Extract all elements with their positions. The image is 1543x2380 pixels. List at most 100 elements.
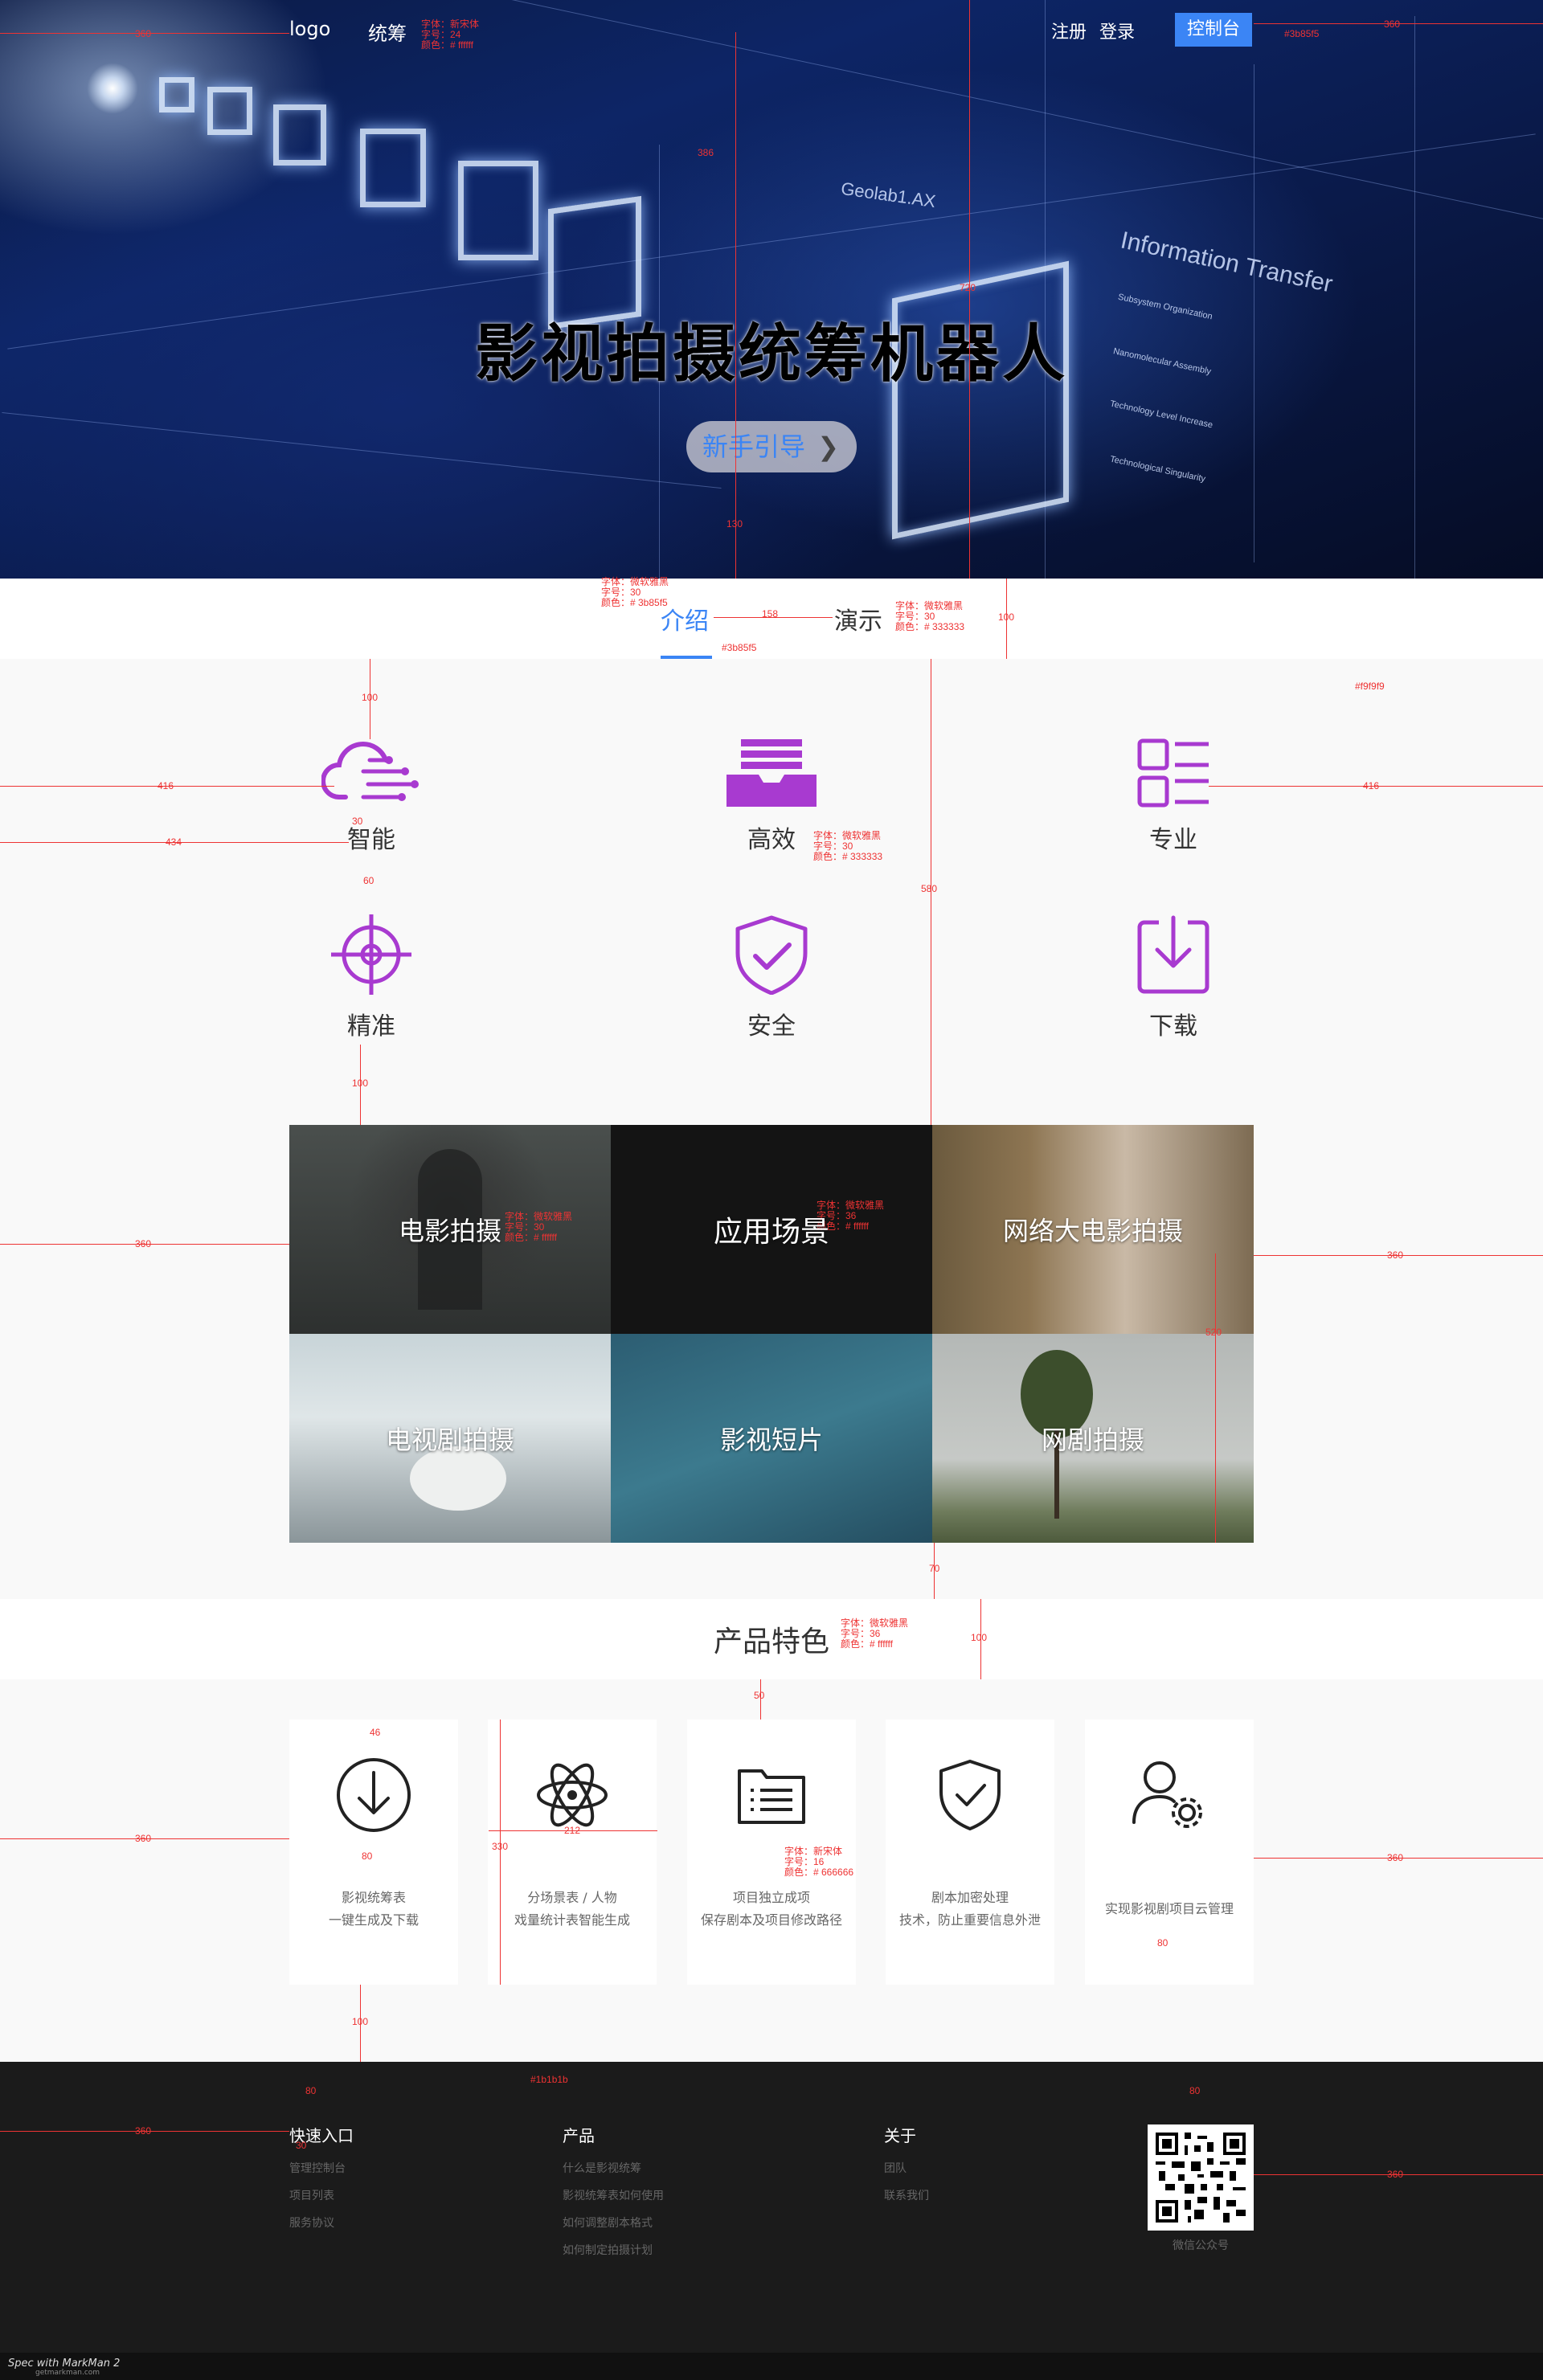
spec-text: 颜色：# ffffff <box>421 39 473 51</box>
scene-grid: 电影拍摄 应用场景 网络大电影拍摄 电视剧拍摄 影视短片 网剧拍摄 <box>289 1125 1254 1543</box>
register-link[interactable]: 注册 <box>1051 18 1087 43</box>
product-card: 实现影视剧项目云管理 <box>1085 1720 1254 1985</box>
spec-line <box>500 1720 501 1985</box>
markman-watermark: Spec with MarkMan 2 <box>8 2358 121 2370</box>
markman-url: getmarkman.com <box>35 2369 100 2377</box>
spec-dim: 100 <box>362 692 379 703</box>
atom-icon <box>537 1763 608 1827</box>
scene-label: 影视短片 <box>719 1425 823 1455</box>
spec-line <box>735 32 736 579</box>
scene-tile[interactable]: 电视剧拍摄 <box>289 1334 611 1543</box>
spec-line <box>1215 1253 1216 1543</box>
product-card-line2: 戏量统计表智能生成 <box>514 1912 630 1928</box>
logo[interactable]: logo <box>289 18 330 40</box>
footer-link[interactable]: 联系我们 <box>884 2187 929 2203</box>
spec-text: 颜色：# ffffff <box>841 1638 893 1650</box>
login-link[interactable]: 登录 <box>1099 18 1135 43</box>
spec-dim: 580 <box>921 883 938 894</box>
spec-hex: #f9f9f9 <box>1355 681 1385 692</box>
hero-light-square <box>360 129 426 207</box>
spec-dim: 360 <box>135 2125 152 2137</box>
hero-title: 影视拍摄统筹机器人 <box>474 318 1068 391</box>
scene-label: 电视剧拍摄 <box>385 1425 514 1455</box>
scene-label: 网剧拍摄 <box>1041 1425 1144 1455</box>
spec-dim: 70 <box>929 1563 940 1574</box>
list-icon <box>1137 738 1209 808</box>
spec-dim: 434 <box>166 836 182 848</box>
spec-dim: 100 <box>971 1632 988 1643</box>
hero-grid-line <box>1414 16 1415 579</box>
footer-link[interactable]: 什么是影视统筹 <box>563 2160 641 2176</box>
inbox-stack-icon <box>726 739 817 807</box>
spec-dim: 130 <box>726 518 743 530</box>
shield-check-icon <box>735 915 808 995</box>
hero-light-square <box>273 104 326 166</box>
hero-light-square <box>892 260 1069 540</box>
footer-link[interactable]: 如何调整剧本格式 <box>563 2214 653 2231</box>
spec-dim: 100 <box>352 1078 369 1089</box>
hero-light-square <box>458 161 538 260</box>
tab-demo[interactable]: 演示 <box>834 601 882 636</box>
feature-label: 下载 <box>1149 1012 1197 1041</box>
spec-dim: 46 <box>370 1727 381 1738</box>
footer-col-title: 产品 <box>563 2126 595 2145</box>
hero-grid-line <box>494 0 1543 231</box>
guide-button[interactable]: 新手引导 ❯ <box>686 421 857 472</box>
hero-light-square <box>159 77 194 112</box>
hero-deco-code: Geolab1.AX <box>839 178 937 212</box>
spec-dim: 520 <box>1205 1327 1222 1338</box>
feature-item: 精准 <box>275 914 468 1041</box>
console-button[interactable]: 控制台 <box>1175 13 1252 47</box>
spec-dim: 80 <box>1157 1937 1169 1949</box>
product-card: 影视统筹表 一键生成及下载 <box>289 1720 458 1985</box>
chevron-right-icon: ❯ <box>817 431 839 462</box>
spec-dim: 100 <box>352 2016 369 2027</box>
footer-link[interactable]: 管理控制台 <box>289 2160 346 2176</box>
footer-link[interactable]: 服务协议 <box>289 2214 334 2231</box>
hero-deco-sub: Technology Level Increase <box>1109 399 1214 431</box>
spec-dim: 386 <box>698 147 714 158</box>
hero-deco-transfer: Information Transfer <box>1118 227 1336 298</box>
spec-dim: 50 <box>754 1690 765 1701</box>
scene-tile[interactable]: 应用场景 <box>611 1125 932 1334</box>
spec-dim: 720 <box>960 282 976 293</box>
crosshair-icon <box>331 914 411 995</box>
product-card-line2: 保存剧本及项目修改路径 <box>700 1912 842 1928</box>
user-gear-icon <box>1132 1761 1202 1828</box>
product-card: 分场景表 / 人物 戏量统计表智能生成 <box>488 1720 657 1985</box>
feature-item: 安全 <box>675 914 868 1041</box>
spec-dim: 360 <box>1387 1852 1404 1863</box>
scene-tile[interactable]: 网剧拍摄 <box>932 1334 1254 1543</box>
spec-dim: 360 <box>135 28 152 39</box>
cloud-circuit-icon <box>321 742 419 801</box>
spec-hex: #1b1b1b <box>530 2074 568 2085</box>
feature-item: 智能 <box>275 736 468 855</box>
spec-dim: 360 <box>1387 1249 1404 1261</box>
spec-dim: 416 <box>1363 780 1380 791</box>
scene-tile[interactable]: 影视短片 <box>611 1334 932 1543</box>
spec-dim: 80 <box>305 2085 317 2096</box>
footer-link[interactable]: 团队 <box>884 2160 907 2176</box>
nav-link-tongchou[interactable]: 统筹 <box>368 18 407 46</box>
spec-hex: #3b85f5 <box>722 642 757 653</box>
spec-dim: 80 <box>362 1850 373 1862</box>
spec-dim: 158 <box>762 608 779 620</box>
qr-caption: 微信公众号 <box>1173 2239 1229 2252</box>
footer-col-title: 关于 <box>884 2126 916 2145</box>
spec-dim: 30 <box>352 816 363 827</box>
spec-text: 颜色：# 666666 <box>784 1867 854 1878</box>
scene-label: 电影拍摄 <box>398 1216 501 1246</box>
footer-link[interactable]: 项目列表 <box>289 2187 334 2203</box>
tab-intro[interactable]: 介绍 <box>661 601 709 636</box>
spec-hex: #3b85f5 <box>1284 28 1320 39</box>
scene-tile[interactable]: 电影拍摄 <box>289 1125 611 1334</box>
scene-tile[interactable]: 网络大电影拍摄 <box>932 1125 1254 1334</box>
feature-label: 智能 <box>347 826 395 854</box>
scene-label: 应用场景 <box>713 1216 829 1249</box>
spec-dim: 80 <box>1189 2085 1201 2096</box>
footer-link[interactable]: 如何制定拍摄计划 <box>563 2242 653 2258</box>
download-icon <box>1137 915 1209 994</box>
feature-item: 专业 <box>1077 736 1270 855</box>
spec-dim: 100 <box>998 611 1015 623</box>
footer-link[interactable]: 影视统筹表如何使用 <box>563 2187 664 2203</box>
